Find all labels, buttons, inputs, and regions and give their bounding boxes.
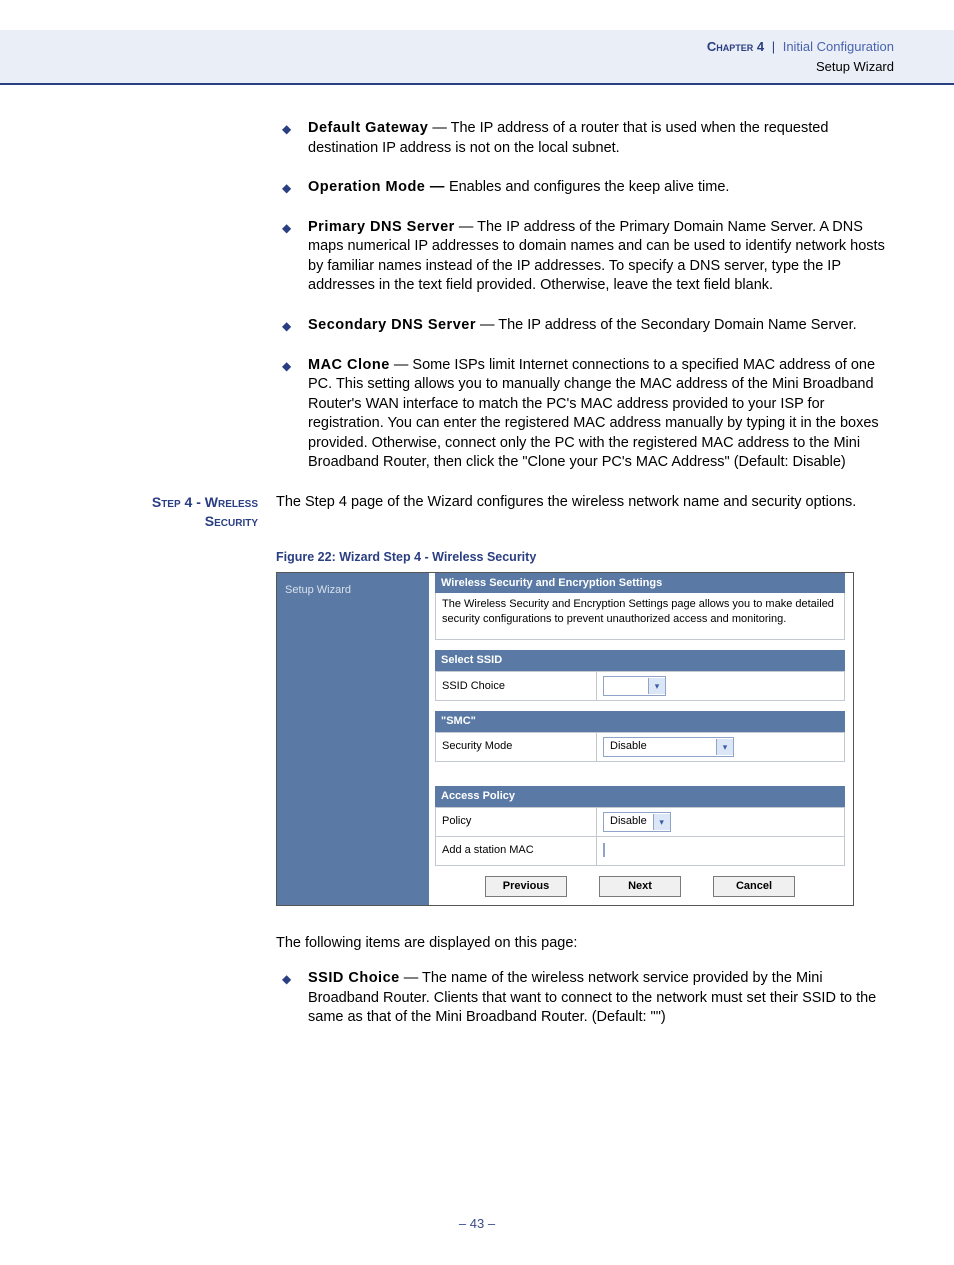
definition: Enables and configures the keep alive ti… <box>449 179 730 195</box>
security-mode-label: Security Mode <box>436 732 597 761</box>
cancel-button[interactable]: Cancel <box>713 876 795 897</box>
figure-description: The Wireless Security and Encryption Set… <box>435 593 845 640</box>
policy-select[interactable]: Disable ▾ <box>603 812 671 832</box>
list-item: SSID Choice — The name of the wireless n… <box>276 969 894 1028</box>
security-mode-cell: Disable ▾ <box>597 732 845 761</box>
page-header: Chapter 4 | Initial Configuration Setup … <box>0 30 954 85</box>
policy-cell: Disable ▾ <box>597 807 845 836</box>
figure-screenshot: Setup Wizard Wireless Security and Encry… <box>276 572 854 906</box>
term: Primary DNS Server <box>308 219 455 235</box>
sep: — <box>390 357 413 373</box>
smc-table: Security Mode Disable ▾ <box>435 732 845 762</box>
definition-list-2: SSID Choice — The name of the wireless n… <box>276 969 894 1028</box>
term: Default Gateway <box>308 120 428 136</box>
chevron-down-icon: ▾ <box>653 814 670 830</box>
previous-button[interactable]: Previous <box>485 876 567 897</box>
term: Secondary DNS Server <box>308 317 476 333</box>
section-header-smc: "SMC" <box>435 711 845 732</box>
add-station-mac-cell <box>597 836 845 865</box>
button-row: Previous Next Cancel <box>435 866 845 897</box>
section-header-access-policy: Access Policy <box>435 786 845 807</box>
ssid-table: SSID Choice ▾ <box>435 671 845 701</box>
sep: — <box>400 970 422 986</box>
step-heading: Step 4 - Wreless Security <box>98 493 276 531</box>
term: SSID Choice <box>308 970 400 986</box>
sep: — <box>455 219 477 235</box>
sep: — <box>428 120 450 136</box>
security-mode-value: Disable <box>604 739 716 754</box>
section-label: Initial Configuration <box>783 39 894 54</box>
add-station-mac-input[interactable] <box>603 843 605 857</box>
after-figure-text: The following items are displayed on thi… <box>276 934 894 954</box>
page-number: – 43 – <box>0 1215 954 1233</box>
figure-title-bar: Wireless Security and Encryption Setting… <box>435 573 845 594</box>
term: Operation Mode — <box>308 179 445 195</box>
ssid-choice-cell: ▾ <box>597 672 845 701</box>
chevron-down-icon: ▾ <box>648 678 665 694</box>
policy-label: Policy <box>436 807 597 836</box>
step-intro: The Step 4 page of the Wizard configures… <box>276 493 894 531</box>
ssid-choice-select[interactable]: ▾ <box>603 676 666 696</box>
sep: — <box>476 317 498 333</box>
header-separator: | <box>772 39 775 54</box>
chapter-label: Chapter 4 <box>707 39 764 54</box>
figure-caption: Figure 22: Wizard Step 4 - Wireless Secu… <box>276 549 894 566</box>
table-row: SSID Choice ▾ <box>436 672 845 701</box>
step-heading-line2: Security <box>205 513 258 529</box>
list-item: Secondary DNS Server — The IP address of… <box>276 316 894 336</box>
policy-value: Disable <box>604 814 653 829</box>
table-row: Security Mode Disable ▾ <box>436 732 845 761</box>
table-row: Policy Disable ▾ <box>436 807 845 836</box>
list-item: Default Gateway — The IP address of a ro… <box>276 119 894 158</box>
subsection-label: Setup Wizard <box>0 58 894 76</box>
add-station-mac-label: Add a station MAC <box>436 836 597 865</box>
list-item: Operation Mode — Enables and configures … <box>276 178 894 198</box>
table-row: Add a station MAC <box>436 836 845 865</box>
definition: The IP address of the Secondary Domain N… <box>498 317 856 333</box>
step-heading-line1: Step 4 - Wreless <box>152 494 258 510</box>
list-item: Primary DNS Server — The IP address of t… <box>276 218 894 296</box>
list-item: MAC Clone — Some ISPs limit Internet con… <box>276 356 894 473</box>
term: MAC Clone <box>308 357 390 373</box>
policy-table: Policy Disable ▾ Add a station MAC <box>435 807 845 866</box>
chevron-down-icon: ▾ <box>716 739 733 755</box>
ssid-choice-label: SSID Choice <box>436 672 597 701</box>
figure-sidebar: Setup Wizard <box>277 573 429 905</box>
definition-list: Default Gateway — The IP address of a ro… <box>276 119 894 473</box>
next-button[interactable]: Next <box>599 876 681 897</box>
security-mode-select[interactable]: Disable ▾ <box>603 737 734 757</box>
section-header-select-ssid: Select SSID <box>435 650 845 671</box>
definition: Some ISPs limit Internet connections to … <box>308 357 879 471</box>
